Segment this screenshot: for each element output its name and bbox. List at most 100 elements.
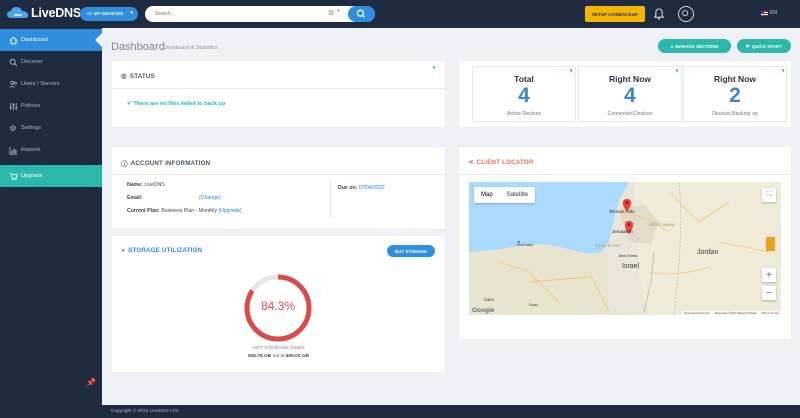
- footer-left: [0, 405, 102, 418]
- search-bar: [145, 6, 375, 22]
- stat-connected-devices: Right Now 4 Connected Devices: [578, 66, 682, 122]
- email-label: Email:: [127, 195, 143, 201]
- my-devices-dropdown[interactable]: ▭ MY DEVICES ▾: [80, 7, 138, 21]
- setup-livebackup-button[interactable]: SETUP LIVEBACKUP: [585, 6, 645, 22]
- storage-title: ◕ STORAGE UTILIZATION: [121, 247, 202, 254]
- expand-arrow-icon[interactable]: ◥: [569, 68, 573, 73]
- logo[interactable]: LiveDNS: [7, 6, 81, 20]
- language-selector[interactable]: EN: [761, 10, 777, 16]
- play-icon: ▶: [746, 43, 750, 48]
- sidebar-item-label: Upgrade: [21, 173, 43, 179]
- bell-icon[interactable]: [654, 8, 664, 20]
- top-bar: LiveDNS ▭ MY DEVICES ▾ ⚙ ▾ SETUP LIVEBAC…: [0, 0, 800, 28]
- map-label-gaza-strip: GAZA STRIP: [595, 244, 621, 248]
- sidebar-item-reports[interactable]: Reports: [0, 139, 102, 161]
- storage-title-text: STORAGE UTILIZATION: [128, 247, 203, 254]
- quick-start-button[interactable]: ▶ QUICK START: [737, 39, 791, 53]
- upgrade-plan-link[interactable]: (Upgrade): [218, 208, 241, 214]
- buy-storage-button[interactable]: BUY STORAGE: [387, 245, 435, 257]
- pin-sidebar-icon[interactable]: 📌: [86, 378, 96, 387]
- active-indicator: [95, 33, 102, 47]
- users-icon: [8, 79, 18, 89]
- home-icon: [8, 35, 18, 45]
- terms-link[interactable]: Terms of Use: [761, 311, 779, 315]
- expand-arrow-icon[interactable]: ◥: [675, 68, 679, 73]
- stat-caption: Active Devices: [506, 111, 542, 117]
- share-icon: ⋖: [468, 159, 474, 166]
- sidebar-item-upgrade[interactable]: Upgrade: [0, 165, 102, 187]
- sidebar-item-dashboard[interactable]: Dashboard: [0, 29, 102, 51]
- devices-icon: ▭: [87, 11, 92, 17]
- stat-devices-backing-up: Right Now 2 Devices Backing up: [683, 66, 787, 122]
- language-label: EN: [770, 10, 777, 16]
- plan-label: Current Plan:: [127, 208, 160, 214]
- sidebar-item-discover[interactable]: Discover: [0, 51, 102, 73]
- keyboard-shortcuts-link[interactable]: Keyboard shortcuts: [684, 311, 710, 315]
- client-map[interactable]: Tel Aviv-Yafo Jerusalem Port Said WEST B…: [469, 182, 781, 315]
- tab-map[interactable]: Map: [474, 187, 500, 203]
- status-message-text: There are no files failed to back up: [133, 101, 226, 107]
- stat-active-devices: Total 4 Active Devices: [472, 66, 576, 122]
- stat-value: 4: [518, 84, 530, 107]
- stat-value: 2: [729, 84, 741, 107]
- divider: [330, 180, 331, 218]
- sliders-icon: [8, 101, 18, 111]
- map-label-west-bank: WEST BANK: [649, 222, 676, 227]
- search-icon: [356, 9, 366, 18]
- stat-caption: Connected Devices: [607, 111, 653, 117]
- account-title-text: ACCOUNT INFORMATION: [130, 159, 211, 167]
- expand-arrow-icon[interactable]: ◥: [781, 68, 785, 73]
- client-locator-card: ⋖ CLIENT LOCATOR Tel Aviv-Yafo Jerusalem…: [459, 147, 791, 339]
- due-date: Due on: 07/04/2022: [338, 185, 385, 191]
- map-data-text: Map data ©2022 Mapa GISrael: [714, 311, 757, 315]
- us-flag-icon: [761, 10, 768, 16]
- map-type-tabs: Map Satellite: [474, 187, 536, 203]
- google-logo: Google: [472, 307, 495, 314]
- locator-title: ⋖ CLIENT LOCATOR: [468, 158, 534, 167]
- plan-value: Business Plan - Monthly: [161, 208, 217, 214]
- storage-utilization-card: ◕ STORAGE UTILIZATION BUY STORAGE 84.3% …: [112, 236, 445, 372]
- change-email-link[interactable]: (Change): [199, 195, 221, 201]
- tab-satellite[interactable]: Satellite: [500, 187, 535, 203]
- storage-caption: HOT STORAGE USED: [252, 346, 305, 351]
- cart-icon: [8, 171, 18, 181]
- stat-caption: Devices Backing up: [712, 111, 758, 117]
- map-label-beer-sheva: Beer Sheva: [619, 254, 638, 258]
- search-filter-chevron-icon[interactable]: ▾: [337, 8, 340, 14]
- sidebar-item-users-servers[interactable]: Users / Servers: [0, 73, 102, 95]
- status-title-text: STATUS: [129, 72, 155, 80]
- map-label-port-said: Port Said: [517, 243, 533, 247]
- map-label-cairo: Cairo: [484, 297, 495, 302]
- locator-title-text: CLIENT LOCATOR: [476, 158, 534, 166]
- due-label: Due on:: [338, 185, 358, 191]
- chart-icon: [8, 145, 18, 155]
- street-view-pegman-icon[interactable]: [766, 237, 775, 251]
- sidebar-item-settings[interactable]: ⚙ Settings: [0, 117, 102, 139]
- stat-label: Right Now: [713, 74, 757, 84]
- sidebar-item-label: Discover: [21, 59, 43, 65]
- manage-sections-button[interactable]: ● MANAGE SECTIONS: [658, 39, 731, 53]
- cloud-logo-icon: [7, 7, 29, 18]
- zoom-in-icon[interactable]: +: [762, 268, 776, 282]
- search-settings-icon[interactable]: ⚙: [328, 9, 334, 17]
- search-button[interactable]: [348, 6, 375, 22]
- fullscreen-icon[interactable]: ⛶: [762, 188, 776, 202]
- expand-arrow-icon[interactable]: ◥: [432, 65, 436, 70]
- copyright-text: Copyright © 2022 LiveDNS LTD: [111, 409, 179, 414]
- account-plan-row: Current Plan: Business Plan - Monthly (U…: [127, 208, 242, 214]
- sidebar-item-policies[interactable]: Policies: [0, 95, 102, 117]
- stat-label: Right Now: [608, 74, 652, 84]
- map-label-jerusalem: Jerusalem: [612, 229, 633, 234]
- map-attribution: Keyboard shortcuts Map data ©2022 Mapa G…: [681, 311, 781, 315]
- account-title: ⓘ ACCOUNT INFORMATION: [121, 158, 211, 169]
- sidebar-item-label: Policies: [21, 103, 41, 109]
- map-label-israel: Israel: [622, 263, 640, 270]
- my-devices-label: MY DEVICES: [93, 11, 124, 17]
- search-icon: [8, 57, 18, 67]
- zoom-out-icon[interactable]: −: [762, 286, 776, 300]
- search-input[interactable]: [155, 9, 325, 19]
- name-label: Name:: [127, 182, 143, 188]
- stat-label: Total: [514, 74, 534, 84]
- sidebar-item-label: Dashboard: [21, 37, 49, 43]
- help-lifebuoy-icon[interactable]: [678, 6, 694, 22]
